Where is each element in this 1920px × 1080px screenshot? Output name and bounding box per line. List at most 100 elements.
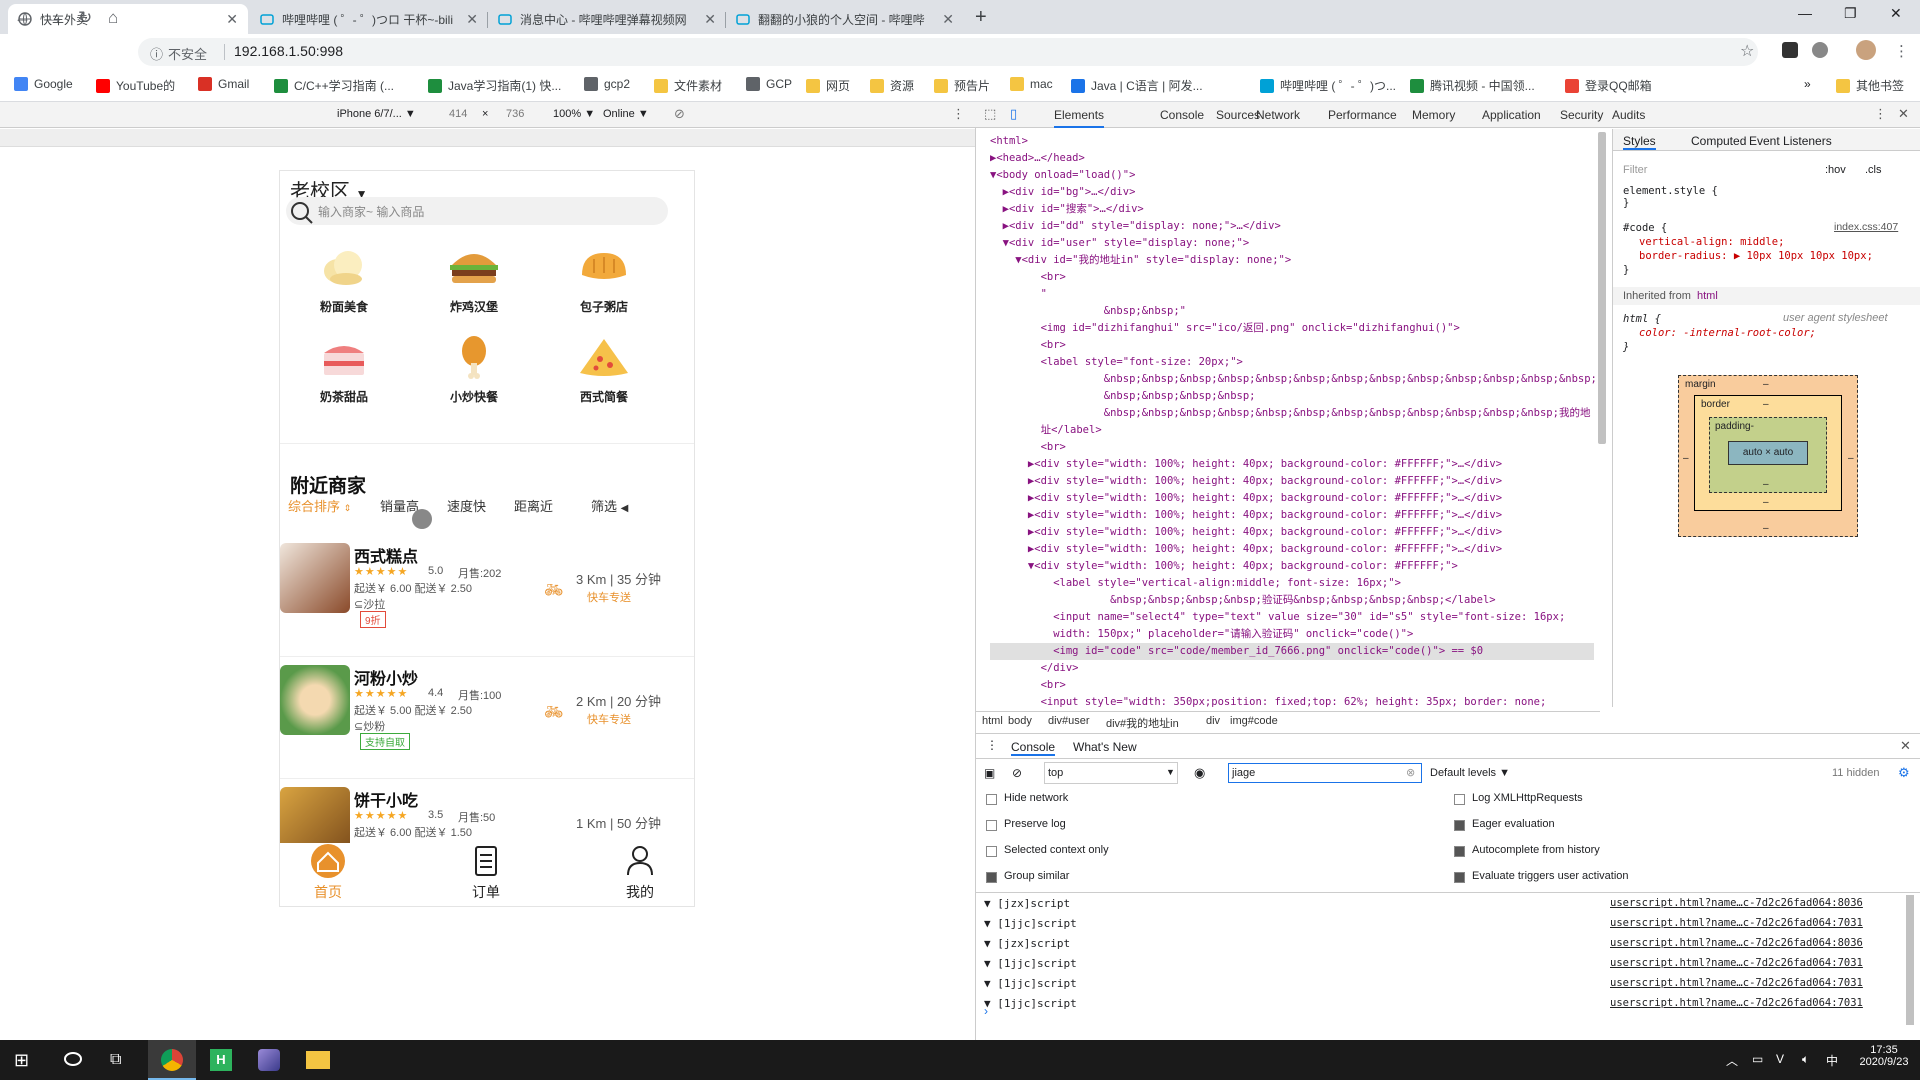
other-bookmarks[interactable]: 其他书签 (1836, 77, 1904, 94)
reload-icon[interactable]: ↻ (78, 8, 92, 28)
dom-node[interactable]: ▼<div id="我的地址in" style="display: none;"… (990, 252, 1291, 269)
extension-icon[interactable] (1812, 42, 1828, 58)
breadcrumb-item[interactable]: div (1206, 715, 1220, 727)
option-checkbox[interactable] (986, 872, 997, 883)
cls-toggle[interactable]: .cls (1865, 164, 1882, 176)
dom-node[interactable]: ▶<div style="width: 100%; height: 40px; … (990, 507, 1502, 524)
styles-filter[interactable]: Filter (1623, 164, 1647, 176)
volume-icon[interactable]: 🔈︎ (1802, 1052, 1809, 1067)
url-text[interactable]: 192.168.1.50:998 (234, 43, 343, 59)
close-window-button[interactable]: ✕ (1890, 5, 1902, 22)
maximize-button[interactable]: ❐ (1844, 5, 1857, 22)
devtools-tab-audits[interactable]: Audits (1612, 108, 1645, 122)
sidebar-toggle-icon[interactable]: ▣ (984, 766, 995, 780)
dom-node[interactable]: &nbsp;&nbsp;&nbsp;&nbsp;&nbsp;&nbsp;&nbs… (990, 371, 1597, 388)
bookmark-item[interactable]: Java | C语言 | 阿发... (1071, 77, 1203, 94)
context-select[interactable] (1044, 762, 1178, 784)
bookmarks-more-button[interactable]: » (1804, 77, 1811, 91)
windows-start-icon[interactable]: ⊞ (14, 1050, 29, 1071)
bookmark-item[interactable]: YouTube的 (96, 77, 175, 94)
device-select[interactable]: iPhone 6/7/... ▼ (337, 108, 416, 120)
bookmark-item[interactable]: 登录QQ邮箱 (1565, 77, 1652, 94)
dom-node[interactable]: ▶<div id="搜索">…</div> (990, 201, 1144, 218)
dom-node[interactable]: ▶<div style="width: 100%; height: 40px; … (990, 473, 1502, 490)
category-fastfood[interactable]: 小炒快餐 (424, 335, 524, 405)
console-source-link[interactable]: userscript.html?name…c-7d2c26fad064:7031 (1610, 977, 1863, 989)
bookmark-item[interactable]: Gmail (198, 77, 249, 91)
dom-node[interactable]: &nbsp;&nbsp;&nbsp;&nbsp; (990, 388, 1256, 405)
devtools-close-icon[interactable]: ✕ (1898, 106, 1909, 122)
star-icon[interactable]: ☆ (1740, 41, 1754, 61)
dom-node[interactable]: <br> (990, 677, 1066, 694)
drawer-close-icon[interactable]: ✕ (1900, 738, 1911, 754)
dom-node[interactable]: ▼<div style="width: 100%; height: 40px; … (990, 558, 1458, 575)
console-row-label[interactable]: ▼ [1jjc]script (984, 957, 1077, 970)
minimize-button[interactable]: — (1798, 5, 1812, 21)
tab-close-icon[interactable]: ✕ (942, 11, 954, 28)
task-view-icon[interactable]: ⧉ (110, 1051, 121, 1069)
bookmark-item[interactable]: 网页 (806, 77, 850, 94)
console-source-link[interactable]: userscript.html?name…c-7d2c26fad064:8036 (1610, 937, 1863, 949)
device-toggle-icon[interactable]: ▯ (1010, 106, 1017, 122)
dom-node[interactable]: ▶<div id="dd" style="display: none;">…</… (990, 218, 1281, 235)
breadcrumb-item[interactable]: div#user (1048, 715, 1090, 727)
clear-filter-icon[interactable]: ⊗ (1406, 766, 1415, 779)
bookmark-item[interactable]: 腾讯视频 - 中国领... (1410, 77, 1535, 94)
dom-node[interactable]: <label style="vertical-align:middle; fon… (990, 575, 1401, 592)
console-source-link[interactable]: userscript.html?name…c-7d2c26fad064:7031 (1610, 957, 1863, 969)
rotate-icon[interactable]: ⊘ (674, 106, 685, 122)
dom-node[interactable]: &nbsp;&nbsp;" (990, 303, 1186, 320)
console-row-label[interactable]: ▼ [1jjc]script (984, 977, 1077, 990)
console-row-label[interactable]: ▼ [1jjc]script (984, 997, 1077, 1010)
eye-icon[interactable]: ◉ (1194, 765, 1205, 781)
bookmark-item[interactable]: C/C++学习指南 (... (274, 77, 394, 94)
bookmark-item[interactable]: mac (1010, 77, 1053, 91)
option-checkbox[interactable] (986, 794, 997, 805)
clear-console-icon[interactable]: ⊘ (1012, 766, 1022, 780)
dom-node[interactable]: <br> (990, 269, 1066, 286)
nav-orders[interactable]: 订单 (446, 843, 526, 902)
console-source-link[interactable]: userscript.html?name…c-7d2c26fad064:8036 (1610, 897, 1863, 909)
dom-node[interactable]: ▶<div style="width: 100%; height: 40px; … (990, 490, 1502, 507)
dom-node[interactable]: ▶<div style="width: 100%; height: 40px; … (990, 456, 1502, 473)
drawer-menu-icon[interactable]: ⋮ (986, 738, 998, 752)
console-source-link[interactable]: userscript.html?name…c-7d2c26fad064:7031 (1610, 917, 1863, 929)
bookmark-item[interactable]: 资源 (870, 77, 914, 94)
inspect-icon[interactable]: ⬚ (984, 106, 996, 122)
file-explorer-icon[interactable] (306, 1051, 330, 1069)
dom-node[interactable]: 址</label> (990, 422, 1102, 439)
device-menu-icon[interactable]: ⋮ (952, 106, 965, 122)
option-checkbox[interactable] (1454, 846, 1465, 857)
info-icon[interactable]: ⓘ (150, 44, 163, 63)
dom-node[interactable]: width: 150px;" placeholder="请输入验证码" oncl… (990, 626, 1413, 643)
devtools-tab-sources[interactable]: Sources (1216, 108, 1260, 122)
devtools-tab-elements[interactable]: Elements (1054, 108, 1105, 128)
device-height[interactable]: 736 (506, 108, 524, 120)
scrollbar[interactable] (1906, 895, 1914, 1025)
dom-node[interactable]: <br> (990, 439, 1066, 456)
option-checkbox[interactable] (986, 846, 997, 857)
bookmark-item[interactable]: 文件素材 (654, 77, 722, 94)
breadcrumb-item[interactable]: div#我的地址in (1106, 715, 1179, 731)
console-settings-icon[interactable]: ⚙ (1898, 765, 1910, 781)
devtools-tab-network[interactable]: Network (1256, 108, 1300, 122)
dom-node[interactable]: ▼<div id="user" style="display: none;"> (990, 235, 1250, 252)
devtools-tab-memory[interactable]: Memory (1412, 108, 1455, 122)
drawer-tab-console[interactable]: Console (1011, 740, 1056, 756)
bookmark-item[interactable]: Java学习指南(1) 快... (428, 77, 561, 94)
bookmark-item[interactable]: gcp2 (584, 77, 630, 91)
elements-tree[interactable]: <html> ▶<head>…</head> ▼<body onload="load… (976, 129, 1600, 707)
console-source-link[interactable]: userscript.html?name…c-7d2c26fad064:7031 (1610, 997, 1863, 1009)
extension-icon[interactable] (1782, 42, 1798, 58)
breadcrumb-item[interactable]: img#code (1230, 715, 1278, 727)
dom-node[interactable]: ▶<div id="bg">…</div> (990, 184, 1136, 201)
back-icon[interactable]: ← (14, 8, 31, 28)
dom-node[interactable]: <img id="dizhifanghui" src="ico/返回.png" … (990, 320, 1460, 337)
address-bar[interactable] (138, 38, 1758, 66)
dom-node[interactable]: <input name="select4" type="text" value … (990, 609, 1565, 626)
breadcrumb-item[interactable]: body (1008, 715, 1032, 727)
app-icon[interactable] (258, 1049, 280, 1071)
shop-item[interactable]: 河粉小炒 ★★★★★ 4.4 月售:100 起送￥ 5.00 配送￥ 2.50 … (280, 657, 694, 779)
tab-active[interactable]: 快车外卖 ✕ (8, 4, 248, 34)
dom-node[interactable]: <input style="width: 350px;position: fix… (990, 694, 1547, 707)
